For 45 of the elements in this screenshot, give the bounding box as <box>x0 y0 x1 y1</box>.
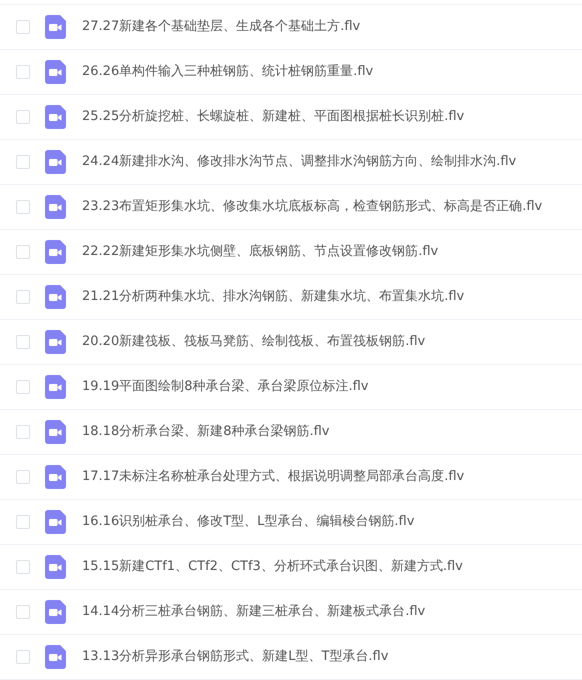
checkbox[interactable] <box>16 560 30 574</box>
video-file-icon <box>45 420 66 444</box>
video-file-icon <box>45 105 66 129</box>
file-name[interactable]: 13.13分析异形承台钢筋形式、新建L型、T型承台.flv <box>82 647 388 667</box>
checkbox[interactable] <box>16 155 30 169</box>
checkbox[interactable] <box>16 605 30 619</box>
checkbox[interactable] <box>16 380 30 394</box>
checkbox[interactable] <box>16 110 30 124</box>
file-name[interactable]: 26.26单构件输入三种桩钢筋、统计桩钢筋重量.flv <box>82 62 374 82</box>
video-file-icon <box>45 600 66 624</box>
file-name[interactable]: 16.16识别桩承台、修改T型、L型承台、编辑棱台钢筋.flv <box>82 512 414 532</box>
file-name[interactable]: 19.19平面图绘制8种承台梁、承台梁原位标注.flv <box>82 377 369 397</box>
video-file-icon <box>45 375 66 399</box>
video-file-icon <box>45 330 66 354</box>
video-file-icon <box>45 60 66 84</box>
checkbox[interactable] <box>16 290 30 304</box>
video-file-icon <box>45 465 66 489</box>
file-name[interactable]: 22.22新建矩形集水坑侧壁、底板钢筋、节点设置修改钢筋.flv <box>82 242 438 262</box>
video-file-icon <box>45 195 66 219</box>
video-file-icon <box>45 285 66 309</box>
file-name[interactable]: 17.17未标注名称桩承台处理方式、根据说明调整局部承台高度.flv <box>82 467 464 487</box>
video-file-icon <box>45 15 66 39</box>
checkbox[interactable] <box>16 20 30 34</box>
checkbox[interactable] <box>16 515 30 529</box>
file-name[interactable]: 27.27新建各个基础垫层、生成各个基础土方.flv <box>82 17 360 37</box>
checkbox[interactable] <box>16 425 30 439</box>
video-file-icon <box>45 510 66 534</box>
file-name[interactable]: 24.24新建排水沟、修改排水沟节点、调整排水沟钢筋方向、绘制排水沟.flv <box>82 152 516 172</box>
video-file-icon <box>45 240 66 264</box>
video-file-icon <box>45 645 66 669</box>
file-name[interactable]: 23.23布置矩形集水坑、修改集水坑底板标高，检查钢筋形式、标高是否正确.flv <box>82 197 542 217</box>
checkbox[interactable] <box>16 65 30 79</box>
checkbox[interactable] <box>16 335 30 349</box>
video-file-icon <box>45 150 66 174</box>
file-name[interactable]: 15.15新建CTf1、CTf2、CTf3、分析环式承台识图、新建方式.flv <box>82 557 463 577</box>
checkbox[interactable] <box>16 200 30 214</box>
file-name[interactable]: 21.21分析两种集水坑、排水沟钢筋、新建集水坑、布置集水坑.flv <box>82 287 464 307</box>
file-name[interactable]: 18.18分析承台梁、新建8种承台梁钢筋.flv <box>82 422 330 442</box>
checkbox[interactable] <box>16 470 30 484</box>
file-name[interactable]: 20.20新建筏板、筏板马凳筋、绘制筏板、布置筏板钢筋.flv <box>82 332 426 352</box>
file-name[interactable]: 14.14分析三桩承台钢筋、新建三桩承台、新建板式承台.flv <box>82 602 426 622</box>
file-name[interactable]: 25.25分析旋挖桩、长螺旋桩、新建桩、平面图根据桩长识别桩.flv <box>82 107 464 127</box>
video-file-icon <box>45 555 66 579</box>
checkbox[interactable] <box>16 650 30 664</box>
checkbox[interactable] <box>16 245 30 259</box>
